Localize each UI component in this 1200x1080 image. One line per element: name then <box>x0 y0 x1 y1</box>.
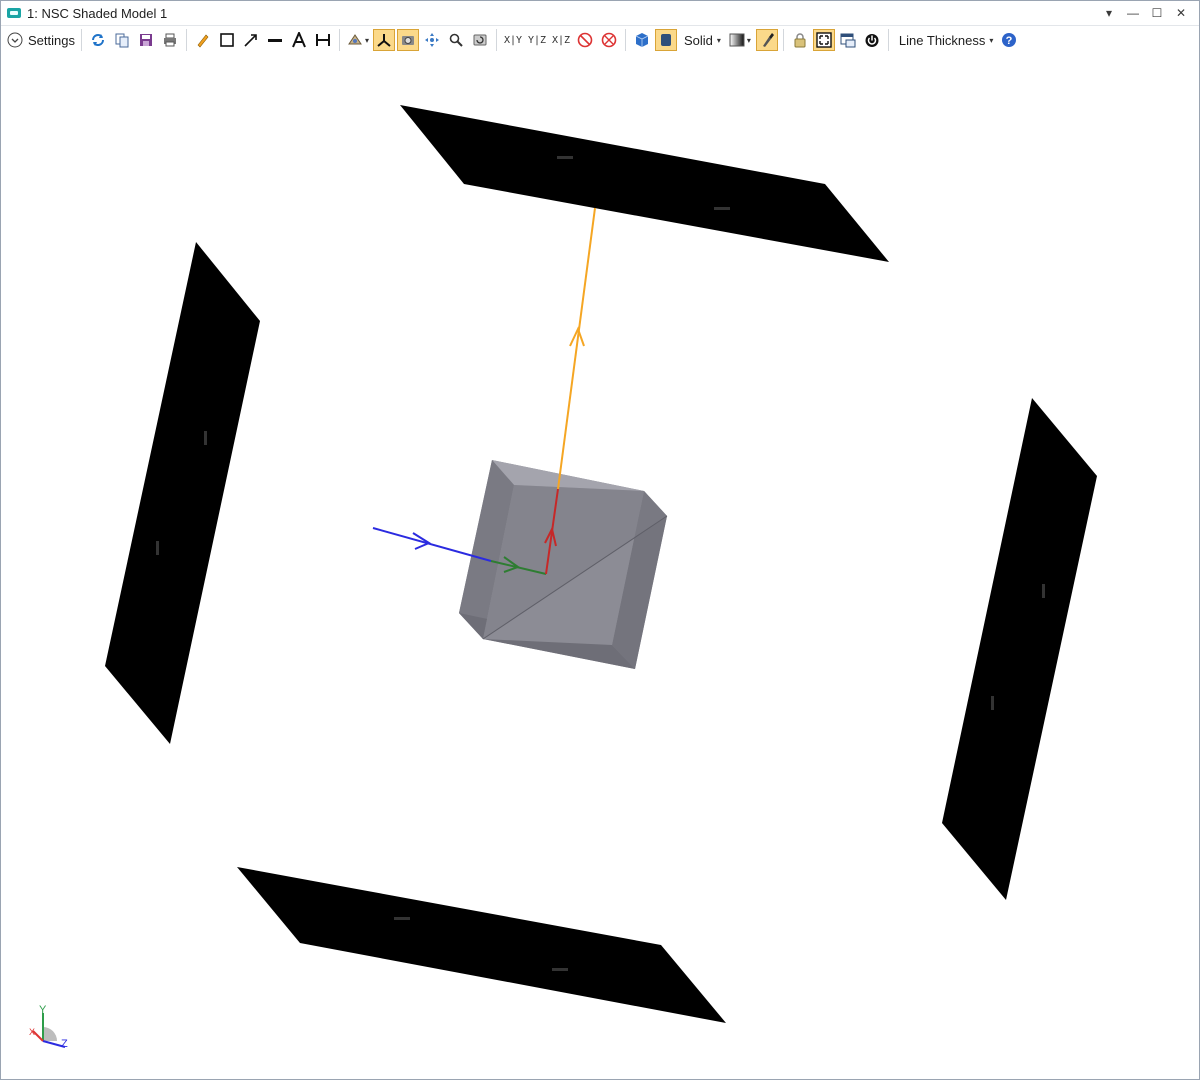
view-xy-label: X|Y <box>503 34 523 46</box>
line-button[interactable] <box>264 29 286 51</box>
print-icon <box>163 33 176 47</box>
dimension-button[interactable] <box>312 29 334 51</box>
axis-x-label: X <box>29 1027 35 1037</box>
shaded-button[interactable] <box>654 29 677 51</box>
ray-reflected <box>557 207 596 490</box>
lens-dropdown[interactable]: ▾ <box>345 29 371 51</box>
view-yz-label: Y|Z <box>527 34 547 46</box>
app-icon <box>7 8 21 18</box>
lock-button[interactable] <box>789 29 811 51</box>
save-icon <box>139 34 152 46</box>
pencil-button[interactable] <box>192 29 214 51</box>
arrow-button[interactable] <box>240 29 262 51</box>
title-bar: 1: NSC Shaded Model 1 ▾ — ☐ ✕ <box>1 1 1199 26</box>
toolbar: Settings ▾ X|Y Y|Z X|Z Solid ▾ ▾ Line Th… <box>1 26 1199 54</box>
copy-button[interactable] <box>111 29 133 51</box>
no-rotate-button[interactable] <box>574 29 596 51</box>
no-rays-button[interactable] <box>598 29 620 51</box>
arrow-icon <box>244 34 257 47</box>
chevron-down-icon[interactable]: ▾ <box>1099 3 1119 23</box>
settings-button[interactable]: Settings <box>7 29 77 51</box>
axis-y-label: Y <box>39 1004 47 1016</box>
help-icon: ? <box>1002 33 1017 47</box>
help-button[interactable]: ? <box>998 29 1020 51</box>
maximize-icon[interactable]: ☐ <box>1147 3 1167 23</box>
detector-top[interactable] <box>400 105 889 262</box>
copy-icon <box>115 33 129 48</box>
view-xz-button[interactable]: X|Z <box>550 29 572 51</box>
detector-bottom[interactable] <box>237 867 726 1023</box>
reset-view-icon <box>473 34 487 46</box>
ray-incident <box>372 527 492 562</box>
3d-viewport[interactable]: Y Z X <box>1 55 1199 1079</box>
camera-icon <box>401 36 414 45</box>
save-button[interactable] <box>135 29 157 51</box>
detector-right[interactable] <box>942 398 1097 900</box>
rectangle-button[interactable] <box>216 29 238 51</box>
render-mode-dropdown[interactable]: Solid ▾ <box>682 29 721 51</box>
close-icon[interactable]: ✕ <box>1171 3 1191 23</box>
cube-button[interactable] <box>631 29 653 51</box>
app-window: 1: NSC Shaded Model 1 ▾ — ☐ ✕ Settings ▾… <box>0 0 1200 1080</box>
beam-splitter-cube[interactable] <box>459 460 668 669</box>
power-icon <box>865 34 879 47</box>
window-button[interactable] <box>837 29 859 51</box>
axis-triad: Y Z X <box>29 1004 68 1050</box>
view-xy-button[interactable]: X|Y <box>502 29 524 51</box>
window-title: 1: NSC Shaded Model 1 <box>27 5 168 21</box>
dimension-icon <box>315 34 330 46</box>
power-button[interactable] <box>861 29 883 51</box>
lock-icon <box>794 33 806 48</box>
fit-button[interactable] <box>812 29 835 51</box>
line-thickness-dropdown[interactable]: Line Thickness ▾ <box>897 29 994 51</box>
camera-button[interactable] <box>396 29 419 51</box>
zoom-icon <box>449 33 463 47</box>
chevron-circle-icon <box>7 32 23 48</box>
detector-left[interactable] <box>105 242 260 744</box>
axes-icon <box>377 34 391 47</box>
gradient-dropdown[interactable]: ▾ <box>726 29 754 51</box>
render-mode-label: Solid <box>683 32 713 48</box>
minimize-icon[interactable]: — <box>1123 3 1143 23</box>
refresh-icon <box>91 34 104 46</box>
brush-button[interactable] <box>755 29 778 51</box>
axes-button[interactable] <box>372 29 395 51</box>
line-icon <box>267 39 282 42</box>
zoom-button[interactable] <box>445 29 467 51</box>
gradient-icon <box>729 33 745 47</box>
line-thickness-label: Line Thickness <box>898 32 986 48</box>
settings-label: Settings <box>28 32 75 48</box>
scene: Y Z X <box>29 105 1097 1050</box>
svg-text:?: ? <box>1006 35 1013 47</box>
text-icon <box>292 32 306 48</box>
view-yz-button[interactable]: Y|Z <box>526 29 548 51</box>
pan-icon <box>424 33 439 47</box>
no-rays-icon <box>601 32 617 48</box>
cube-icon <box>635 33 649 47</box>
window-icon <box>840 33 856 48</box>
reset-view-button[interactable] <box>469 29 491 51</box>
pan-button[interactable] <box>421 29 443 51</box>
no-rotate-icon <box>577 32 593 48</box>
fit-icon <box>816 32 832 48</box>
brush-icon <box>762 33 774 47</box>
text-button[interactable] <box>288 29 310 51</box>
refresh-button[interactable] <box>87 29 109 51</box>
print-button[interactable] <box>159 29 181 51</box>
shaded-icon <box>660 34 671 46</box>
view-xz-label: X|Z <box>551 34 571 46</box>
lens-icon <box>348 34 362 45</box>
rectangle-icon <box>220 33 234 47</box>
pencil-icon <box>197 34 209 48</box>
axis-z-label: Z <box>61 1038 68 1050</box>
